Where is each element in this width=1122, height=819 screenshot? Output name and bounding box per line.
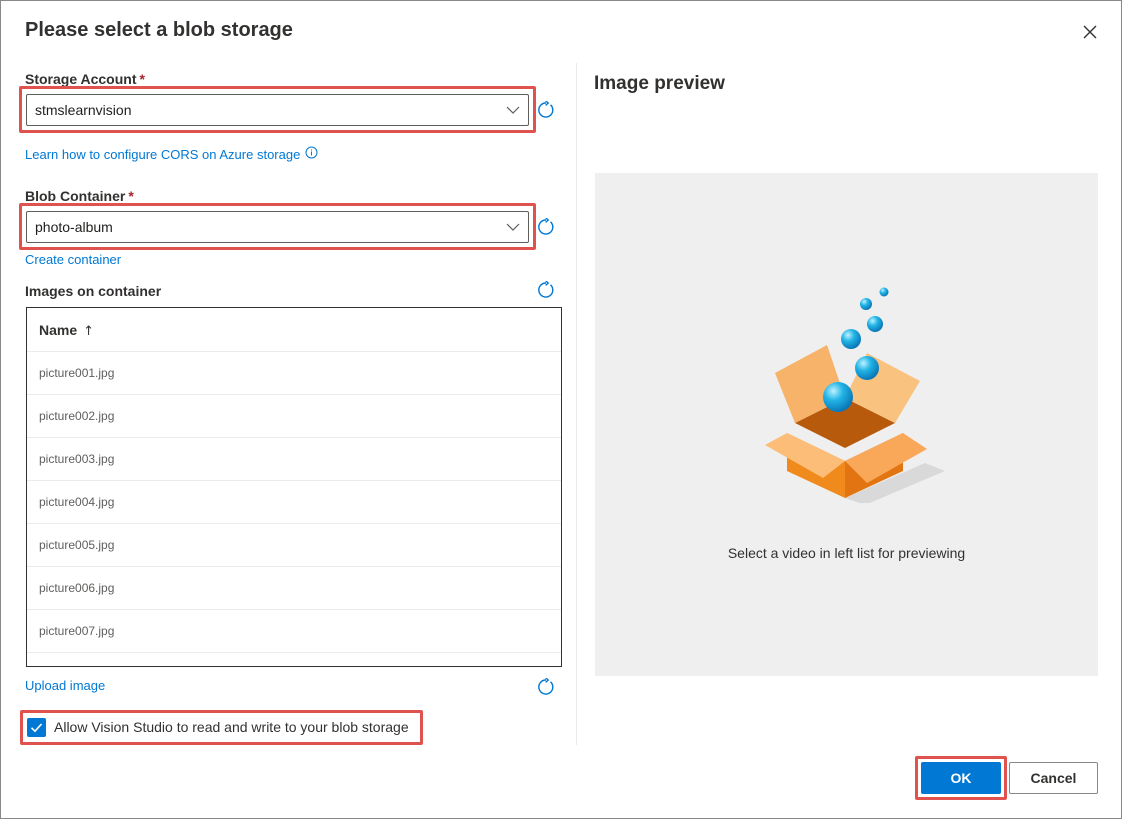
storage-account-value: stmslearnvision bbox=[35, 102, 132, 118]
refresh-storage-accounts-icon[interactable] bbox=[537, 101, 555, 119]
ok-button[interactable]: OK bbox=[921, 762, 1001, 794]
dialog-title: Please select a blob storage bbox=[25, 19, 293, 41]
cors-help-link[interactable]: Learn how to configure CORS on Azure sto… bbox=[25, 146, 318, 162]
blob-container-value: photo-album bbox=[35, 219, 113, 235]
sort-ascending-icon: ↑ bbox=[83, 324, 95, 339]
storage-account-dropdown[interactable]: stmslearnvision bbox=[26, 94, 529, 126]
panel-divider bbox=[576, 63, 577, 745]
image-preview-title: Image preview bbox=[594, 73, 725, 94]
blob-container-label: Blob Container * bbox=[25, 188, 134, 204]
table-row[interactable]: picture003.jpg bbox=[27, 438, 561, 481]
preview-empty-message: Select a video in left list for previewi… bbox=[727, 545, 966, 561]
chevron-down-icon bbox=[506, 106, 520, 114]
refresh-images-icon[interactable] bbox=[537, 281, 555, 299]
table-row[interactable]: picture004.jpg bbox=[27, 481, 561, 524]
table-row[interactable]: picture005.jpg bbox=[27, 524, 561, 567]
images-table: Name ↑ picture001.jpg picture002.jpg pict… bbox=[26, 307, 562, 667]
close-icon[interactable] bbox=[1079, 21, 1101, 43]
refresh-upload-icon[interactable] bbox=[537, 678, 555, 696]
refresh-containers-icon[interactable] bbox=[537, 218, 555, 236]
table-row[interactable]: picture006.jpg bbox=[27, 567, 561, 610]
required-marker: * bbox=[128, 188, 134, 204]
upload-image-link[interactable]: Upload image bbox=[25, 678, 105, 693]
images-on-container-label: Images on container bbox=[25, 283, 162, 299]
cancel-button[interactable]: Cancel bbox=[1009, 762, 1098, 794]
blob-storage-dialog: Please select a blob storage Storage Acc… bbox=[0, 0, 1122, 819]
blob-container-dropdown[interactable]: photo-album bbox=[26, 211, 529, 243]
consent-label[interactable]: Allow Vision Studio to read and write to… bbox=[54, 719, 409, 735]
name-column-header[interactable]: Name ↑ bbox=[27, 308, 561, 352]
storage-account-label: Storage Account * bbox=[25, 71, 145, 87]
required-marker: * bbox=[139, 71, 145, 87]
info-icon bbox=[305, 146, 318, 159]
image-preview-panel: Select a video in left list for previewi… bbox=[595, 173, 1098, 676]
chevron-down-icon bbox=[506, 223, 520, 231]
table-row[interactable]: picture007.jpg bbox=[27, 610, 561, 653]
create-container-link[interactable]: Create container bbox=[25, 252, 121, 267]
checkmark-icon bbox=[30, 723, 43, 733]
consent-checkbox[interactable] bbox=[27, 718, 46, 737]
table-row[interactable]: picture001.jpg bbox=[27, 352, 561, 395]
empty-box-illustration bbox=[765, 287, 945, 503]
table-row[interactable]: picture002.jpg bbox=[27, 395, 561, 438]
